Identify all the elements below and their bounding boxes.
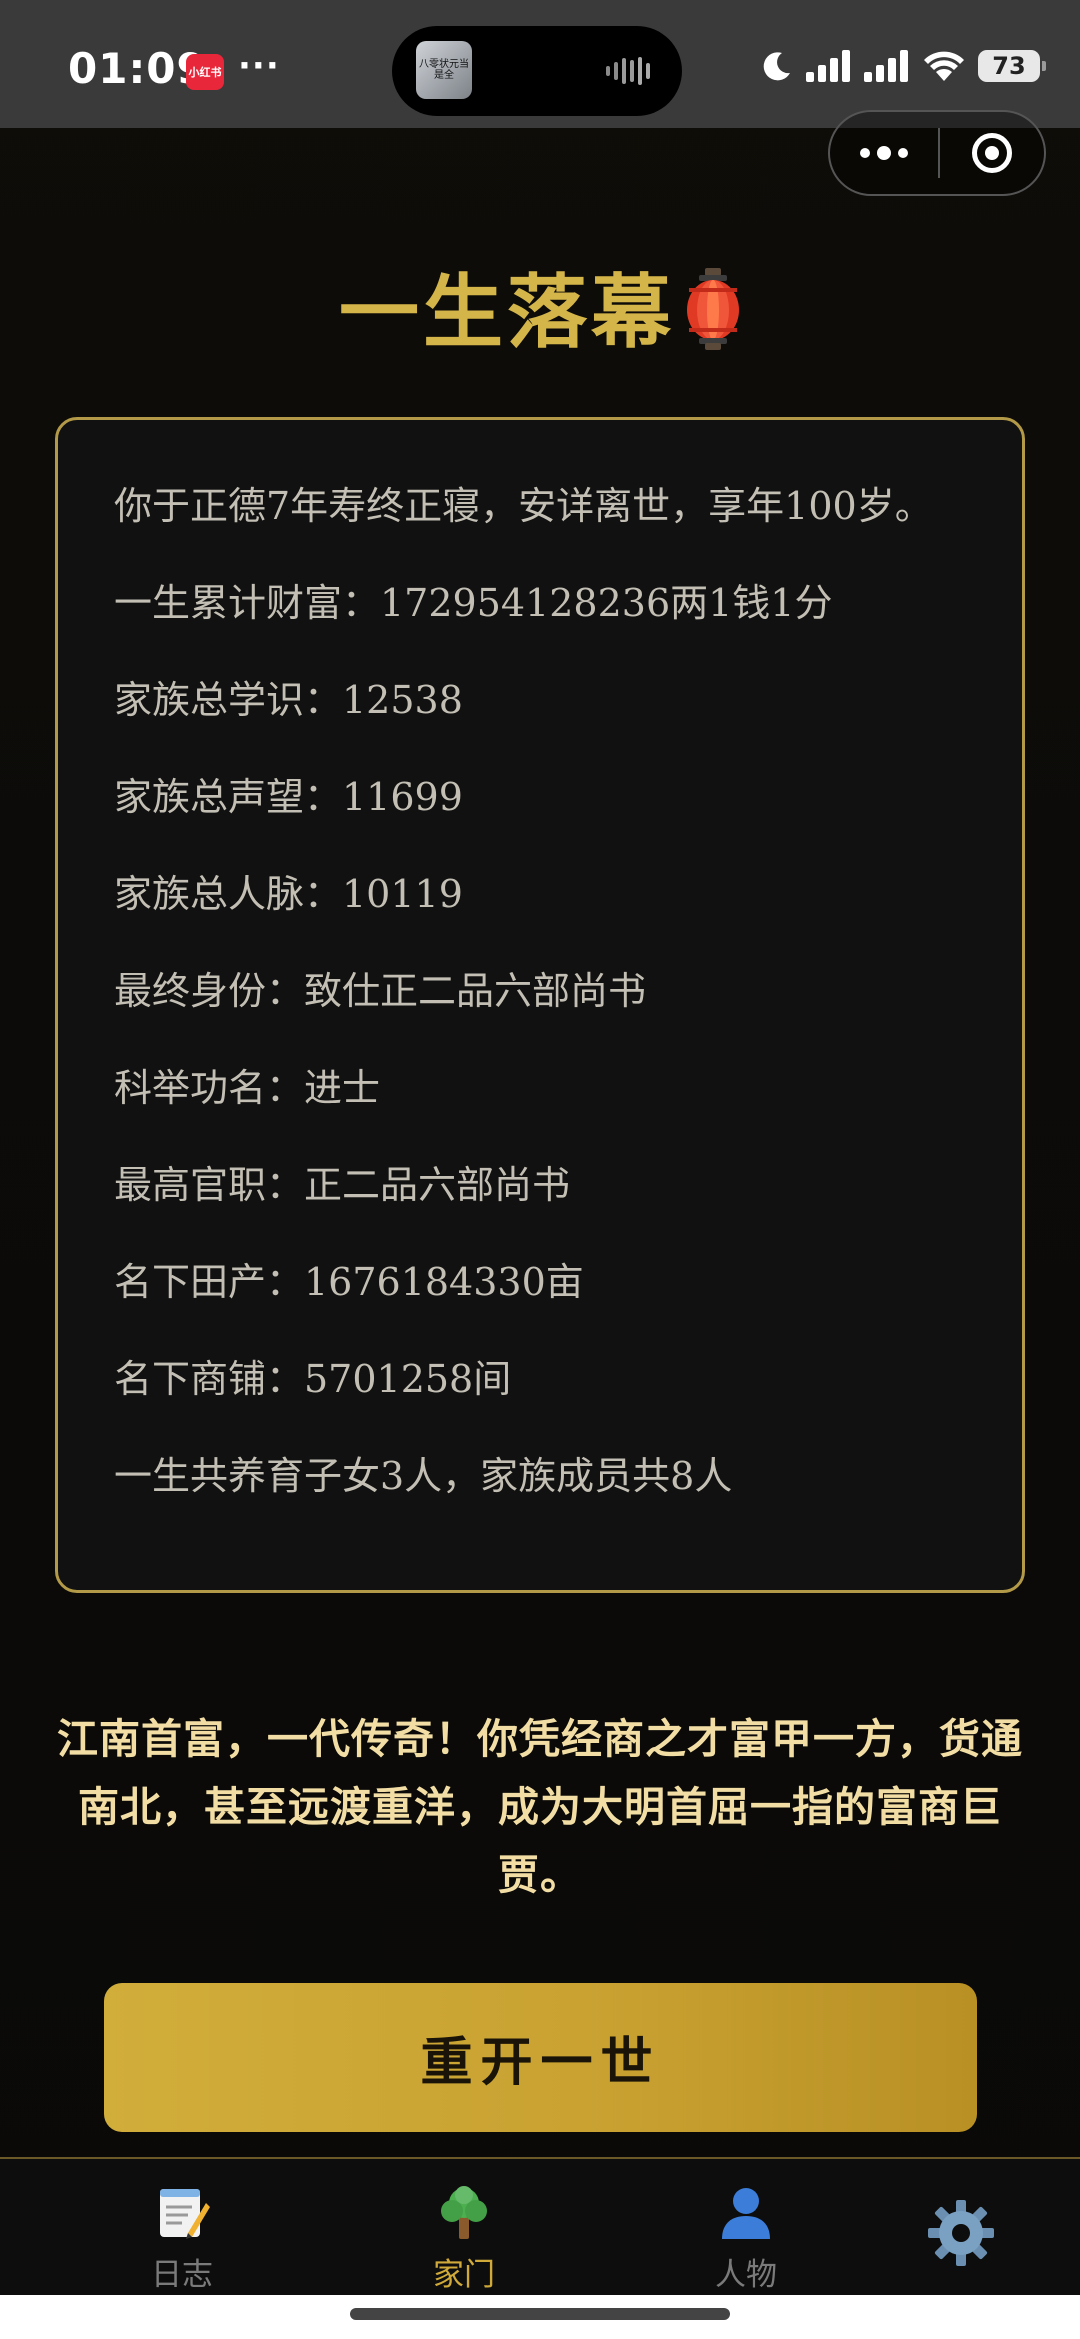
summary-line: 最高官职：正二品六部尚书 — [114, 1163, 571, 1207]
bottom-tab-bar: 日志 家门 人物 — [0, 2157, 1080, 2297]
summary-line: 名下田产：1676184330亩 — [114, 1260, 584, 1304]
notification-app-badge: 小红书 — [186, 54, 224, 90]
app-screen: 01:09 小红书 ··· 八零状元当是全 73 一生落幕 你于正德7年寿终正寝… — [0, 0, 1080, 2339]
tab-label: 日志 — [151, 2257, 213, 2293]
lantern-icon — [687, 268, 739, 350]
audio-waveform-icon — [606, 57, 650, 85]
person-icon — [722, 2188, 770, 2239]
battery-icon: 73 — [978, 50, 1046, 82]
cellular-signal-icon — [806, 50, 850, 82]
summary-line: 名下商铺：5701258间 — [114, 1357, 512, 1401]
close-miniprogram-button[interactable] — [940, 112, 1044, 194]
status-bar: 01:09 小红书 ··· 八零状元当是全 73 — [0, 0, 1080, 128]
dynamic-island[interactable]: 八零状元当是全 — [392, 26, 682, 116]
ending-epitaph: 江南首富，一代传奇！你凭经商之才富甲一方，货通南北，甚至远渡重洋，成为大明首屈一… — [57, 1715, 1023, 1899]
tab-family[interactable]: 家门 — [412, 2159, 516, 2297]
summary-line: 科举功名：进士 — [114, 1066, 381, 1110]
summary-line: 一生累计财富：172954128236两1钱1分 — [114, 581, 833, 625]
more-notifications-icon: ··· — [238, 46, 280, 86]
summary-line: 家族总人脉：10119 — [114, 872, 463, 916]
tab-label: 家门 — [433, 2257, 495, 2293]
wifi-icon — [924, 51, 964, 81]
now-playing-thumbnail: 八零状元当是全 — [416, 41, 472, 99]
gear-icon[interactable] — [926, 2198, 996, 2268]
tab-label: 人物 — [715, 2257, 777, 2293]
miniprogram-capsule — [828, 110, 1046, 196]
dot-icon — [898, 148, 908, 158]
memo-icon — [160, 2189, 210, 2239]
page-title: 一生落幕 — [339, 265, 675, 359]
status-indicators: 73 — [760, 46, 1046, 86]
cellular-signal-icon-2 — [864, 50, 908, 82]
more-options-button[interactable] — [830, 112, 938, 194]
dot-icon — [860, 148, 870, 158]
summary-line: 家族总学识：12538 — [114, 678, 463, 722]
summary-line: 一生共养育子女3人，家族成员共8人 — [114, 1454, 733, 1498]
home-indicator[interactable] — [350, 2308, 730, 2320]
tree-icon — [441, 2186, 487, 2239]
dot-icon — [877, 146, 891, 160]
page-title-row: 一生落幕 — [0, 248, 1080, 364]
summary-line: 你于正德7年寿终正寝，安详离世，享年100岁。 — [114, 484, 933, 528]
target-icon — [972, 133, 1012, 173]
tab-log[interactable]: 日志 — [130, 2159, 234, 2297]
restart-life-button[interactable]: 重开一世 — [104, 1983, 977, 2132]
summary-line: 最终身份：致仕正二品六部尚书 — [114, 969, 647, 1013]
tab-characters[interactable]: 人物 — [694, 2159, 798, 2297]
moon-icon — [763, 52, 790, 81]
summary-line: 家族总声望：11699 — [114, 775, 463, 819]
life-summary-card: 你于正德7年寿终正寝，安详离世，享年100岁。 一生累计财富：172954128… — [55, 417, 1025, 1593]
